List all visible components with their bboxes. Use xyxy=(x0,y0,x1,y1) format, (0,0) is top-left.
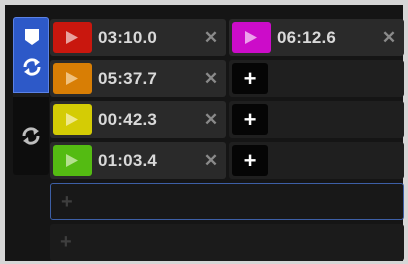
hotcue-slot-5[interactable]: 06:12.6 ✕ xyxy=(229,19,404,56)
hotcue-slot-2[interactable]: 05:37.7 ✕ xyxy=(50,60,226,97)
loop-icon xyxy=(23,58,41,76)
hotcue-panel: 03:10.0 ✕ 05:37.7 ✕ 00:42.3 ✕ 01:03.4 ✕ … xyxy=(5,5,404,261)
play-icon xyxy=(66,31,78,44)
add-icon: + xyxy=(60,231,72,253)
add-hotcue-button[interactable]: + xyxy=(232,104,268,135)
hotcue-slot-1[interactable]: 03:10.0 ✕ xyxy=(50,19,226,56)
mode-rail xyxy=(13,17,49,175)
hotcue-mode-button[interactable] xyxy=(13,17,49,93)
hotcue-time: 03:10.0 xyxy=(98,28,158,47)
hotcue-time: 06:12.6 xyxy=(277,28,337,47)
remove-cue-button[interactable]: ✕ xyxy=(202,19,220,56)
play-icon xyxy=(66,72,78,85)
hotcue-slot-3[interactable]: 00:42.3 ✕ xyxy=(50,101,226,138)
hotcue-slot-4[interactable]: 01:03.4 ✕ xyxy=(50,142,226,179)
hotcue-play-button[interactable] xyxy=(53,104,92,135)
hotcue-play-button[interactable] xyxy=(232,22,271,53)
hotcue-slot-8[interactable]: + xyxy=(229,142,404,179)
hotcue-time: 01:03.4 xyxy=(98,151,158,170)
add-hotcue-button[interactable]: + xyxy=(232,145,268,176)
hotcue-slot-7[interactable]: + xyxy=(229,101,404,138)
remove-cue-button[interactable]: ✕ xyxy=(202,60,220,97)
remove-cue-button[interactable]: ✕ xyxy=(202,101,220,138)
hotcue-slot-6[interactable]: + xyxy=(229,60,404,97)
loop-icon xyxy=(22,127,40,145)
add-loop-row[interactable]: + xyxy=(50,224,404,261)
play-icon xyxy=(66,113,78,126)
flag-icon xyxy=(25,29,39,45)
loop-mode-button[interactable] xyxy=(13,97,49,175)
play-icon xyxy=(66,154,78,167)
remove-cue-button[interactable]: ✕ xyxy=(380,19,398,56)
hotcue-play-button[interactable] xyxy=(53,145,92,176)
hotcue-play-button[interactable] xyxy=(53,63,92,94)
hotcue-play-button[interactable] xyxy=(53,22,92,53)
hotcue-time: 05:37.7 xyxy=(98,69,158,88)
add-icon: + xyxy=(61,191,73,213)
add-loop-row[interactable]: + xyxy=(50,183,404,220)
hotcue-time: 00:42.3 xyxy=(98,110,158,129)
add-hotcue-button[interactable]: + xyxy=(232,63,268,94)
play-icon xyxy=(245,31,257,44)
remove-cue-button[interactable]: ✕ xyxy=(202,142,220,179)
